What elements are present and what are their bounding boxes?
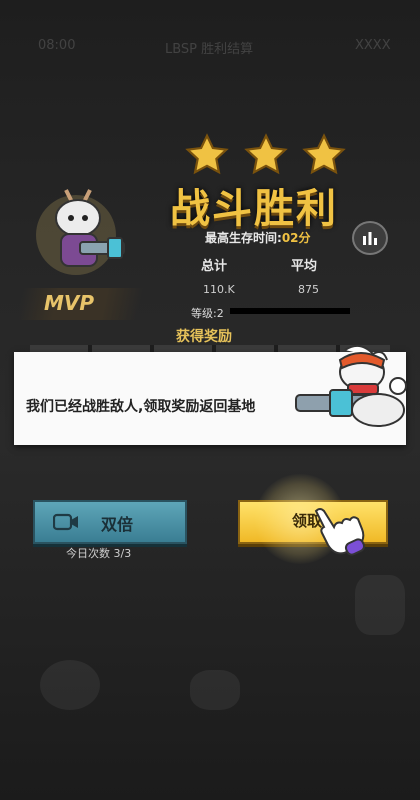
top-header: 08:00 LBSP 胜利结算 XXXX [0,28,420,68]
dialog-message: 我们已经战胜敌人,领取奖励返回基地 [26,399,256,415]
mvp-label: MVP [44,291,95,315]
stats-total-label: 总计 [201,259,228,274]
header-right-text: XXXX [355,38,391,53]
stats-average-label: 平均 [291,259,318,274]
rewards-title: 获得奖励 [176,329,232,345]
survive-value: 02分 [281,231,311,245]
mvp-character [28,180,138,285]
survive-label: 最高生存时间: [205,231,282,245]
background-decoration [40,660,100,710]
background-decoration [190,670,240,710]
victory-title: 战斗胜利 [170,186,338,232]
header-left-text: 08:00 [38,38,76,53]
daily-count: 今日次数 3/3 [66,547,132,560]
dialog-character [290,340,415,440]
level-progress-bar [230,308,350,314]
survive-time: 最高生存时间:02分 [205,229,311,246]
header-center-text: LBSP 胜利结算 [165,42,254,57]
level-label: 等级:2 [191,307,224,320]
video-icon [53,513,78,531]
double-label: 双倍 [101,515,134,534]
double-reward-button[interactable]: 双倍 [33,500,187,544]
star-icon [185,133,229,177]
leaderboard-icon [363,232,377,245]
star-icon [302,133,346,177]
star-icon [244,133,288,177]
pointing-hand-icon [310,505,370,557]
leaderboard-button[interactable] [352,221,388,255]
stats-total-value: 110.K [203,283,235,296]
background-decoration [355,575,405,635]
stats-average-value: 875 [298,283,319,296]
